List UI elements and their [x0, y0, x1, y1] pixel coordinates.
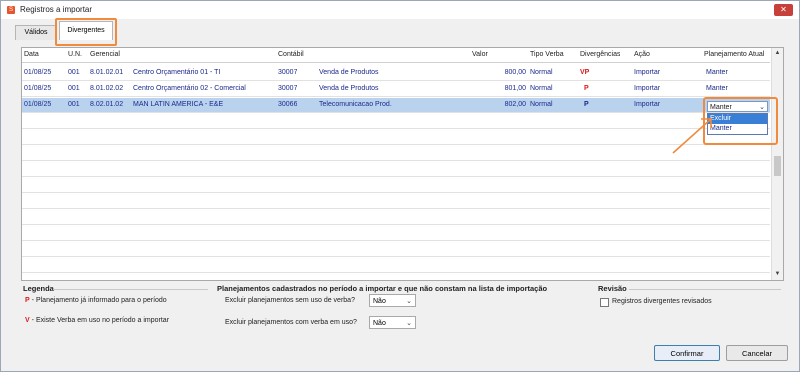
table-row[interactable]: 01/08/25 001 8.01.02.02 Centro Orçamentá… — [22, 82, 770, 97]
legend-item-v: V- Existe Verba em uso no período a impo… — [25, 317, 169, 324]
cell-planejamento[interactable]: Manter — [706, 66, 728, 80]
review-checkbox[interactable] — [600, 298, 609, 307]
legend-code-v: V — [25, 317, 30, 324]
scroll-up-icon[interactable]: ▲ — [774, 50, 781, 57]
excluir-com-verba-select[interactable]: Não ⌄ — [369, 316, 416, 329]
cell-divergencias: P — [584, 85, 589, 92]
empty-row — [22, 162, 770, 177]
empty-row — [22, 258, 770, 273]
review-divider — [629, 289, 781, 290]
cell-tipo-verba: Normal — [530, 69, 553, 76]
cell-acao: Importar — [634, 69, 661, 76]
cell-contabil-code: 30007 — [278, 85, 298, 92]
cell-valor: 800,00 — [504, 69, 526, 76]
cell-gerencial-name: Centro Orçamentário 02 - Comercial — [133, 85, 246, 92]
legend-code-p: P — [25, 297, 30, 304]
empty-row — [22, 146, 770, 161]
cell-un: 001 — [68, 69, 80, 76]
empty-row — [22, 226, 770, 241]
cell-gerencial-code: 8.01.02.02 — [90, 85, 124, 92]
tab-validos[interactable]: Válidos — [15, 25, 57, 40]
cell-divergencias: VP — [580, 69, 590, 76]
col-header-divergencias[interactable]: Divergências — [580, 48, 620, 62]
vertical-scrollbar[interactable]: ▲ ▼ — [771, 48, 783, 280]
col-header-acao[interactable]: Ação — [634, 48, 650, 62]
cell-contabil-name: Venda de Produtos — [319, 69, 379, 76]
review-title: Revisão — [598, 284, 627, 293]
legend-divider — [53, 289, 208, 290]
dropdown-option-manter[interactable]: Manter — [708, 124, 767, 134]
cancel-button[interactable]: Cancelar — [726, 345, 788, 361]
window-title: Registros a importar — [20, 5, 93, 14]
cell-valor: 801,00 — [504, 85, 526, 92]
legend-title: Legenda — [23, 284, 54, 293]
title-bar[interactable]: S Registros a importar ✕ — [1, 1, 799, 19]
excluir-sem-uso-label: Excluir planejamentos sem uso de verba? — [225, 297, 355, 304]
empty-row — [22, 114, 770, 129]
cell-valor[interactable]: 802,00 — [492, 98, 526, 112]
chevron-down-icon[interactable]: ⌄ — [406, 317, 412, 330]
cell-un: 001 — [68, 85, 80, 92]
cell-un: 001 — [68, 101, 80, 108]
dialog-window: S Registros a importar ✕ Válidos Diverge… — [0, 0, 800, 372]
cell-contabil-name: Venda de Produtos — [319, 85, 379, 92]
tab-divergentes[interactable]: Divergentes — [59, 21, 113, 40]
cell-contabil-name: Telecomunicacao Prod. — [319, 101, 392, 108]
cell-data: 01/08/25 — [24, 69, 52, 76]
combo-value: Manter — [710, 104, 732, 111]
empty-row — [22, 242, 770, 257]
scroll-down-icon[interactable]: ▼ — [774, 271, 781, 278]
planejamento-dropdown[interactable]: Excluir Manter — [707, 113, 768, 135]
cell-acao: Importar — [634, 101, 661, 108]
empty-row — [22, 194, 770, 209]
cell-tipo-verba: Normal — [530, 101, 553, 108]
col-header-planejamento[interactable]: Planejamento Atual — [704, 48, 764, 62]
legend-item-p: P- Planejamento já informado para o perí… — [25, 297, 167, 304]
legend-text-v: - Existe Verba em uso no período a impor… — [31, 317, 170, 324]
col-header-un[interactable]: U.N. — [68, 48, 82, 62]
planning-title: Planejamentos cadastrados no período a i… — [217, 284, 548, 293]
cell-planejamento[interactable]: Manter — [706, 82, 728, 96]
excluir-sem-uso-value: Não — [373, 298, 386, 305]
dropdown-option-excluir[interactable]: Excluir — [708, 114, 767, 124]
col-header-tipo-verba[interactable]: Tipo Verba — [530, 48, 564, 62]
table-row-selected[interactable]: 01/08/25 001 8.02.01.02 MAN LATIN AMERIC… — [22, 98, 770, 113]
cell-gerencial-code: 8.02.01.02 — [90, 101, 124, 108]
review-checkbox-label[interactable]: Registros divergentes revisados — [612, 298, 712, 305]
chevron-down-icon[interactable]: ⌄ — [759, 102, 765, 113]
chevron-down-icon[interactable]: ⌄ — [406, 295, 412, 308]
empty-row — [22, 178, 770, 193]
excluir-com-verba-label: Excluir planejamentos com verba em uso? — [225, 319, 357, 326]
records-grid[interactable]: Data U.N. Gerencial Contábil Valor Tipo … — [21, 47, 784, 281]
cell-data: 01/08/25 — [24, 101, 52, 108]
cell-contabil-code: 30007 — [278, 69, 298, 76]
excluir-com-verba-value: Não — [373, 320, 386, 327]
table-row[interactable]: 01/08/25 001 8.01.02.01 Centro Orçamentá… — [22, 66, 770, 81]
empty-row — [22, 130, 770, 145]
scroll-thumb[interactable] — [774, 156, 781, 176]
cell-contabil-code: 30066 — [278, 101, 298, 108]
col-header-gerencial[interactable]: Gerencial — [90, 48, 120, 62]
cell-gerencial-code: 8.01.02.01 — [90, 69, 124, 76]
excluir-sem-uso-select[interactable]: Não ⌄ — [369, 294, 416, 307]
cell-acao: Importar — [634, 85, 661, 92]
app-icon: S — [7, 6, 15, 14]
col-header-contabil[interactable]: Contábil — [278, 48, 304, 62]
grid-header: Data U.N. Gerencial Contábil Valor Tipo … — [22, 48, 770, 63]
cell-gerencial-name: Centro Orçamentário 01 - TI — [133, 69, 221, 76]
planejamento-combo[interactable]: Manter ⌄ — [707, 101, 768, 112]
close-button[interactable]: ✕ — [774, 4, 793, 16]
col-header-valor[interactable]: Valor — [472, 48, 488, 62]
cell-gerencial-name: MAN LATIN AMERICA - E&E — [133, 101, 224, 108]
legend-text-p: - Planejamento já informado para o perío… — [31, 297, 167, 304]
cell-divergencias: P — [584, 101, 589, 108]
col-header-data[interactable]: Data — [24, 48, 39, 62]
cell-data: 01/08/25 — [24, 85, 52, 92]
empty-row — [22, 210, 770, 225]
cell-tipo-verba: Normal — [530, 85, 553, 92]
confirm-button[interactable]: Confirmar — [654, 345, 720, 361]
